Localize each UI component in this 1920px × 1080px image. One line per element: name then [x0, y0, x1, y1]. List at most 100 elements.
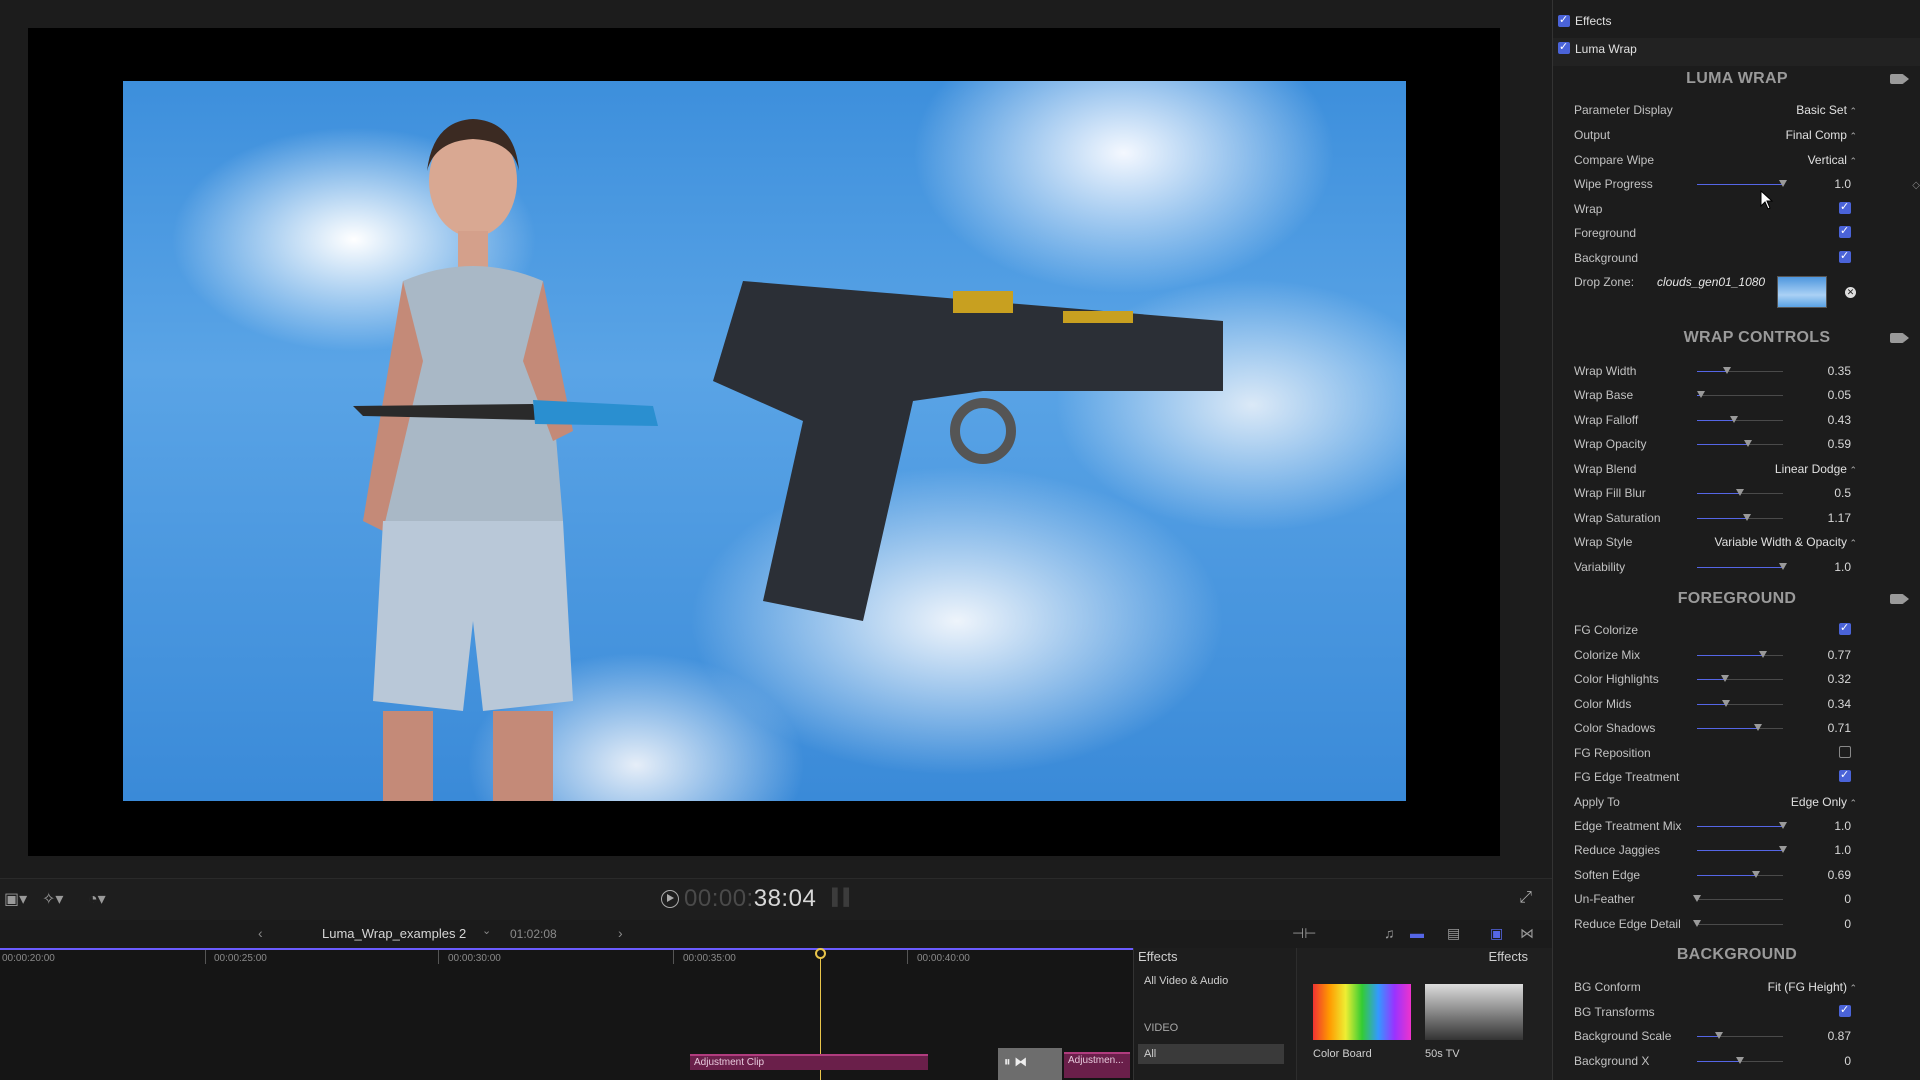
transitions-browser-icon[interactable]: ⋈	[1520, 925, 1534, 942]
back-arrow-icon[interactable]: ‹	[258, 925, 263, 941]
drop-zone-well[interactable]	[1777, 276, 1827, 308]
slider-knob[interactable]	[1779, 180, 1787, 187]
slider-knob[interactable]	[1736, 1057, 1744, 1064]
param-checkbox[interactable]	[1839, 224, 1851, 238]
luma-wrap-checkbox[interactable]	[1558, 40, 1570, 54]
play-icon[interactable]	[661, 890, 679, 908]
param-slider[interactable]	[1697, 822, 1787, 829]
param-slider[interactable]	[1697, 675, 1783, 682]
slider-knob[interactable]	[1779, 846, 1787, 853]
slider-knob[interactable]	[1720, 675, 1729, 682]
param-value[interactable]: 0.43	[1828, 413, 1851, 427]
param-value[interactable]: 0.5	[1834, 486, 1851, 500]
slider-knob[interactable]	[1743, 440, 1752, 447]
param-slider[interactable]	[1697, 651, 1783, 658]
video-camera-icon[interactable]	[1890, 74, 1909, 84]
color-board-thumb[interactable]	[1313, 984, 1411, 1040]
param-value[interactable]: 0	[1844, 917, 1851, 931]
slider-knob[interactable]	[1729, 416, 1738, 423]
project-name[interactable]: Luma_Wrap_examples 2	[322, 926, 466, 941]
param-value[interactable]: 0.77	[1828, 648, 1851, 662]
append-clip-icon[interactable]: ⊣⊢	[1292, 925, 1316, 942]
clip-appearance-icon[interactable]: ▤	[1447, 925, 1460, 942]
50s-tv-thumb[interactable]	[1425, 984, 1523, 1040]
effects-browser-icon[interactable]: ▣	[1490, 925, 1503, 942]
param-slider[interactable]	[1697, 1057, 1783, 1064]
slider-knob[interactable]	[1779, 822, 1787, 829]
headphones-icon[interactable]: ♫	[1384, 925, 1395, 941]
transition-clip[interactable]: ⏸ ⧓	[998, 1048, 1062, 1080]
slider-knob[interactable]	[1779, 563, 1787, 570]
slider-knob[interactable]	[1697, 391, 1706, 398]
timeline-ruler[interactable]: 00:00:20:00 00:00:25:00 00:00:30:00 00:0…	[0, 948, 1133, 966]
playhead-handle[interactable]	[815, 948, 826, 959]
param-value[interactable]: 0	[1844, 1054, 1851, 1068]
chevron-down-icon[interactable]: ⌄	[482, 924, 491, 937]
param-value[interactable]: 0.59	[1828, 437, 1851, 451]
param-checkbox[interactable]	[1839, 768, 1851, 782]
slider-knob[interactable]	[1723, 367, 1732, 374]
param-slider[interactable]	[1697, 180, 1787, 187]
slider-knob[interactable]	[1752, 871, 1761, 878]
param-value[interactable]: 1.0	[1834, 843, 1851, 857]
param-popup[interactable]: Edge Only	[1791, 795, 1857, 809]
param-checkbox[interactable]	[1839, 200, 1851, 214]
param-checkbox[interactable]	[1839, 249, 1851, 263]
param-slider[interactable]	[1697, 1032, 1783, 1039]
slider-knob[interactable]	[1742, 514, 1751, 521]
param-slider[interactable]	[1697, 440, 1783, 447]
param-slider[interactable]	[1697, 416, 1783, 423]
param-slider[interactable]	[1693, 920, 1783, 927]
adjustment-clip-2[interactable]: Adjustmen...	[1064, 1052, 1130, 1078]
param-value[interactable]: 0.69	[1828, 868, 1851, 882]
param-slider[interactable]	[1697, 724, 1783, 731]
slider-knob[interactable]	[1693, 895, 1701, 902]
category-item-selected[interactable]: All	[1138, 1044, 1284, 1064]
param-slider[interactable]	[1697, 700, 1783, 707]
video-camera-icon[interactable]	[1890, 333, 1909, 343]
param-slider[interactable]	[1697, 391, 1783, 398]
video-camera-icon[interactable]	[1890, 594, 1909, 604]
view-options-icon[interactable]: ▣▾	[4, 889, 27, 909]
slider-knob[interactable]	[1736, 489, 1744, 496]
param-value[interactable]: 0.34	[1828, 697, 1851, 711]
param-value[interactable]: 1.17	[1828, 511, 1851, 525]
param-checkbox[interactable]	[1839, 1003, 1851, 1017]
param-value[interactable]: 0.71	[1828, 721, 1851, 735]
param-popup[interactable]: Linear Dodge	[1775, 462, 1857, 476]
slider-knob[interactable]	[1714, 1032, 1723, 1039]
param-popup[interactable]: Fit (FG Height)	[1768, 980, 1857, 994]
slider-knob[interactable]	[1759, 651, 1768, 658]
timecode-display[interactable]: 00:00:38:04	[684, 885, 816, 913]
param-popup[interactable]: Vertical	[1808, 153, 1857, 167]
param-slider[interactable]	[1693, 895, 1783, 902]
param-value[interactable]: 1.0	[1834, 819, 1851, 833]
adjustment-clip[interactable]: Adjustment Clip	[690, 1054, 928, 1070]
param-value[interactable]: 0.32	[1828, 672, 1851, 686]
param-popup[interactable]: Variable Width & Opacity	[1714, 535, 1857, 549]
effects-checkbox[interactable]	[1558, 13, 1570, 27]
param-checkbox[interactable]	[1839, 746, 1851, 758]
slider-knob[interactable]	[1693, 920, 1701, 927]
param-value[interactable]: 0	[1844, 892, 1851, 906]
effects-grid-title[interactable]: Effects	[1488, 949, 1528, 964]
param-slider[interactable]	[1697, 489, 1783, 496]
param-value[interactable]: 1.0	[1834, 560, 1851, 574]
category-item[interactable]: All Video & Audio	[1144, 975, 1228, 987]
keyframe-icon[interactable]: ◇	[1912, 180, 1920, 191]
param-slider[interactable]	[1697, 846, 1787, 853]
speed-icon[interactable]: ◔▾	[88, 889, 106, 909]
fullscreen-icon[interactable]: ⤢	[1519, 889, 1532, 907]
param-value[interactable]: 0.35	[1828, 364, 1851, 378]
slider-knob[interactable]	[1754, 724, 1763, 731]
slider-knob[interactable]	[1722, 700, 1731, 707]
param-value[interactable]: 0.87	[1828, 1029, 1851, 1043]
magic-wand-icon[interactable]: ✧▾	[42, 889, 63, 909]
snapping-icon[interactable]: ▬	[1410, 925, 1424, 941]
param-slider[interactable]	[1697, 514, 1783, 521]
video-frame[interactable]	[123, 81, 1406, 801]
param-slider[interactable]	[1697, 871, 1783, 878]
param-slider[interactable]	[1697, 367, 1783, 374]
param-popup[interactable]: Final Comp	[1786, 128, 1857, 142]
param-value[interactable]: 0.05	[1828, 388, 1851, 402]
